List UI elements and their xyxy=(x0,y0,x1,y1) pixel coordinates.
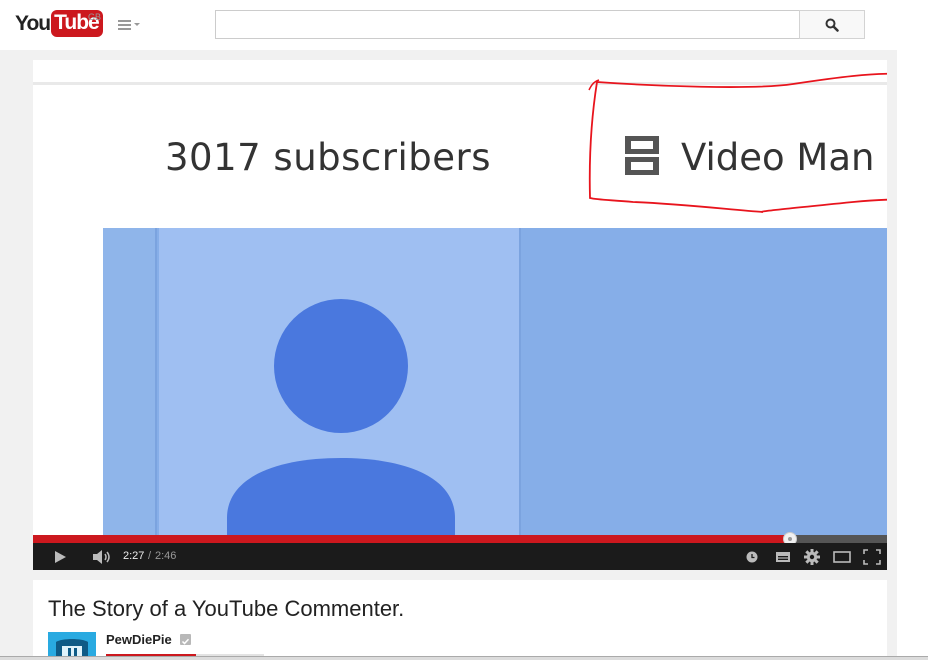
video-manager-icon xyxy=(625,136,659,175)
watch-later-button[interactable] xyxy=(742,543,762,570)
verified-check-icon xyxy=(180,634,191,645)
volume-icon xyxy=(93,549,110,564)
avatar-panel xyxy=(159,228,521,535)
current-time: 2:27 xyxy=(123,550,145,562)
player-controls: 2:27 / 2:46 xyxy=(33,543,887,570)
channel-name-link[interactable]: PewDiePie xyxy=(106,632,172,647)
channel-art-area xyxy=(103,228,887,535)
watch-later-icon xyxy=(746,551,758,562)
progress-bar[interactable] xyxy=(33,532,887,546)
play-icon xyxy=(55,550,66,563)
volume-button[interactable] xyxy=(89,543,115,570)
video-frame[interactable]: 3017 subscribers Video Man xyxy=(33,60,887,535)
hamburger-menu-icon xyxy=(118,20,140,30)
play-button[interactable] xyxy=(47,543,73,570)
search-input[interactable] xyxy=(216,11,800,38)
theater-mode-button[interactable] xyxy=(830,543,854,570)
subscriber-count: 3017 subscribers xyxy=(165,136,491,179)
video-top-strip xyxy=(33,60,887,85)
youtube-watch-page: You Tube GB 3017 subscribers Video Man 2… xyxy=(0,0,928,660)
settings-icon xyxy=(804,548,820,565)
fullscreen-icon xyxy=(863,548,881,565)
watch-header: The Story of a YouTube Commenter. PewDie… xyxy=(33,580,887,660)
guide-button[interactable] xyxy=(117,17,143,33)
progress-played xyxy=(33,535,791,543)
search-icon xyxy=(825,18,839,32)
masthead: You Tube GB xyxy=(0,0,928,50)
time-separator: / xyxy=(148,550,152,562)
captions-icon xyxy=(776,551,790,562)
duration: 2:46 xyxy=(155,550,177,562)
settings-button[interactable] xyxy=(801,543,823,570)
right-gutter xyxy=(897,50,928,660)
channel-header-panel: 3017 subscribers Video Man xyxy=(103,88,887,228)
video-left-strip xyxy=(33,88,103,535)
fullscreen-button[interactable] xyxy=(860,543,884,570)
country-code: GB xyxy=(88,12,102,22)
blue-stripe xyxy=(103,228,157,535)
search-box[interactable] xyxy=(215,10,800,39)
theater-mode-icon xyxy=(833,550,851,563)
video-player[interactable]: 3017 subscribers Video Man 2:27 / 2:46 xyxy=(33,60,887,570)
logo-you-text: You xyxy=(15,11,51,35)
captions-button[interactable] xyxy=(772,543,794,570)
video-manager-label: Video Man xyxy=(681,136,875,179)
taskbar-edge xyxy=(0,656,928,660)
video-title: The Story of a YouTube Commenter. xyxy=(48,596,405,621)
default-user-avatar-icon xyxy=(227,299,455,535)
search-button[interactable] xyxy=(799,10,865,39)
